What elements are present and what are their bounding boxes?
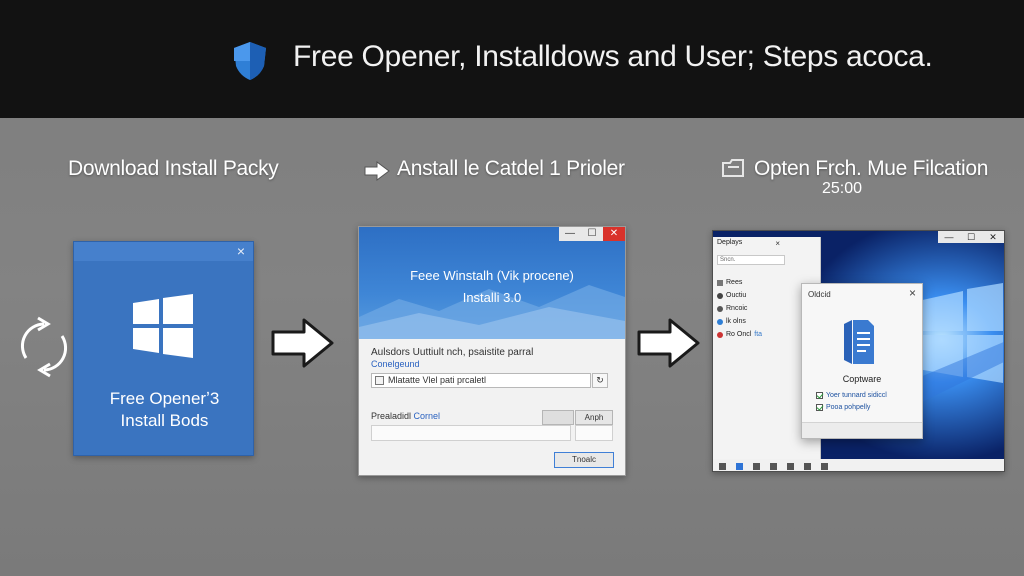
installer-blank-button[interactable]	[542, 410, 574, 425]
installer-title-line1: Feee Winstalh (Vik procene)	[410, 268, 574, 283]
shield-icon	[234, 42, 266, 80]
disk-icon	[717, 305, 723, 312]
installer-small-field[interactable]	[575, 425, 613, 441]
minimize-button[interactable]: —	[938, 231, 960, 243]
step-one-title: Download Install Packy	[68, 157, 279, 180]
explorer-item[interactable]: lk olns	[717, 318, 746, 325]
dialog-option-2[interactable]: Pooa pohpelly	[816, 404, 870, 411]
arrow-right-icon	[637, 318, 700, 368]
close-icon[interactable]: ×	[909, 286, 916, 300]
installer-finish-button[interactable]: Tnoalc	[554, 452, 614, 468]
explorer-item-label: Rncoic	[726, 305, 748, 312]
installer-apply-button[interactable]: Anph	[575, 410, 613, 425]
edge-icon[interactable]	[736, 462, 743, 470]
step-three-title: Opten Frch. Mue Filcation	[754, 157, 989, 180]
card-caption: Free Openerʼ3 Install Bods	[74, 388, 255, 432]
installer-option-link[interactable]: Cornel	[414, 411, 441, 421]
maximize-button[interactable]: ☐	[581, 227, 603, 241]
explorer-item-label: Rees	[726, 279, 743, 286]
checkbox[interactable]	[816, 404, 823, 411]
dialog-title: Oldcid	[808, 290, 831, 299]
download-package-card[interactable]: × Free Openerʼ3 Install Bods	[73, 241, 254, 456]
maximize-button[interactable]: ☐	[960, 231, 982, 243]
drive-icon	[717, 292, 723, 299]
app-dialog: Oldcid × Coptware Yoer tunnard sidiccl P…	[801, 283, 923, 439]
explorer-search-input[interactable]: Sncn.	[717, 255, 785, 265]
installer-banner: — ☐ ✕ Feee Winstalh (Vik procene) Instal…	[359, 227, 625, 339]
explorer-item-extra: fta	[754, 331, 763, 338]
settings-icon[interactable]	[804, 462, 811, 470]
step-two-title: Anstall le Catdel 1 Prioler	[397, 157, 625, 180]
taskbar	[713, 459, 1004, 471]
browse-button[interactable]: ↻	[592, 373, 608, 388]
installer-title: Feee Winstalh (Vik procene) Installi 3.0	[359, 265, 625, 309]
close-icon[interactable]: ×	[775, 239, 780, 248]
installer-window-controls: — ☐ ✕	[559, 227, 625, 241]
minimize-button[interactable]: —	[559, 227, 581, 241]
explorer-item[interactable]: Ro Oncl fta	[717, 331, 762, 338]
network-icon	[717, 331, 723, 338]
open-folder-icon	[722, 159, 744, 177]
dialog-app-name: Coptware	[842, 374, 882, 384]
title-banner: Free Opener, Installdows and User; Steps…	[0, 0, 1024, 118]
windows-logo-icon	[133, 294, 193, 358]
dialog-option-2-label: Pooa pohpelly	[826, 404, 871, 411]
installer-description: Aulsdors Uuttiult nch, psaistite parral	[371, 347, 534, 358]
photos-icon[interactable]	[787, 462, 794, 470]
installer-option-text: Prealadidl	[371, 411, 412, 421]
desktop-window: — ☐ ✕ Deplays × Sncn. Rees Ouctiu Rncoic…	[712, 230, 1005, 472]
dialog-footer	[802, 422, 922, 438]
close-icon[interactable]: ×	[237, 243, 245, 259]
dialog-option-1-label: Yoer tunnard sidiccl	[826, 392, 887, 399]
installer-link[interactable]: Conelgeund	[371, 359, 420, 369]
checkbox[interactable]	[375, 376, 384, 385]
arrow-right-icon	[271, 318, 334, 368]
close-button[interactable]: ✕	[982, 231, 1004, 243]
explorer-item-label: Ouctiu	[726, 292, 747, 299]
checkbox[interactable]	[816, 392, 823, 399]
desktop-window-controls: — ☐ ✕	[938, 231, 1004, 243]
install-path-field[interactable]: Mlatatte Vlel pati prcaletl	[371, 373, 591, 388]
installer-title-line2: Installi 3.0	[462, 290, 522, 305]
installer-window: — ☐ ✕ Feee Winstalh (Vik procene) Instal…	[358, 226, 626, 476]
refresh-icon	[20, 316, 68, 378]
globe-icon	[717, 318, 723, 325]
install-path-value: Mlatatte Vlel pati prcaletl	[388, 375, 487, 385]
explorer-item[interactable]: Rees	[717, 279, 742, 286]
folder-icon	[717, 279, 723, 286]
card-caption-line1: Free Openerʼ3	[109, 389, 220, 408]
arrow-right-icon	[364, 161, 390, 181]
installer-option-label: Prealadidl Cornel	[371, 411, 440, 421]
explorer-item[interactable]: Rncoic	[717, 305, 747, 312]
explorer-title: Deplays	[717, 239, 743, 246]
banner-title: Free Opener, Installdows and User; Steps…	[293, 40, 933, 73]
store-icon[interactable]	[753, 462, 760, 470]
mail-icon[interactable]	[770, 462, 777, 470]
document-icon	[844, 320, 874, 364]
dialog-option-1[interactable]: Yoer tunnard sidiccl	[816, 392, 887, 399]
close-button[interactable]: ✕	[603, 227, 625, 241]
card-caption-line2: Install Bods	[120, 411, 209, 430]
card-titlebar: ×	[74, 242, 253, 261]
installer-option-field[interactable]	[371, 425, 571, 441]
explorer-item[interactable]: Ouctiu	[717, 292, 746, 299]
folder-icon[interactable]	[821, 462, 828, 470]
start-icon[interactable]	[719, 462, 726, 470]
explorer-item-label: Ro Oncl	[726, 331, 752, 338]
step-three-time: 25:00	[822, 180, 863, 197]
explorer-item-label: lk olns	[726, 318, 746, 325]
